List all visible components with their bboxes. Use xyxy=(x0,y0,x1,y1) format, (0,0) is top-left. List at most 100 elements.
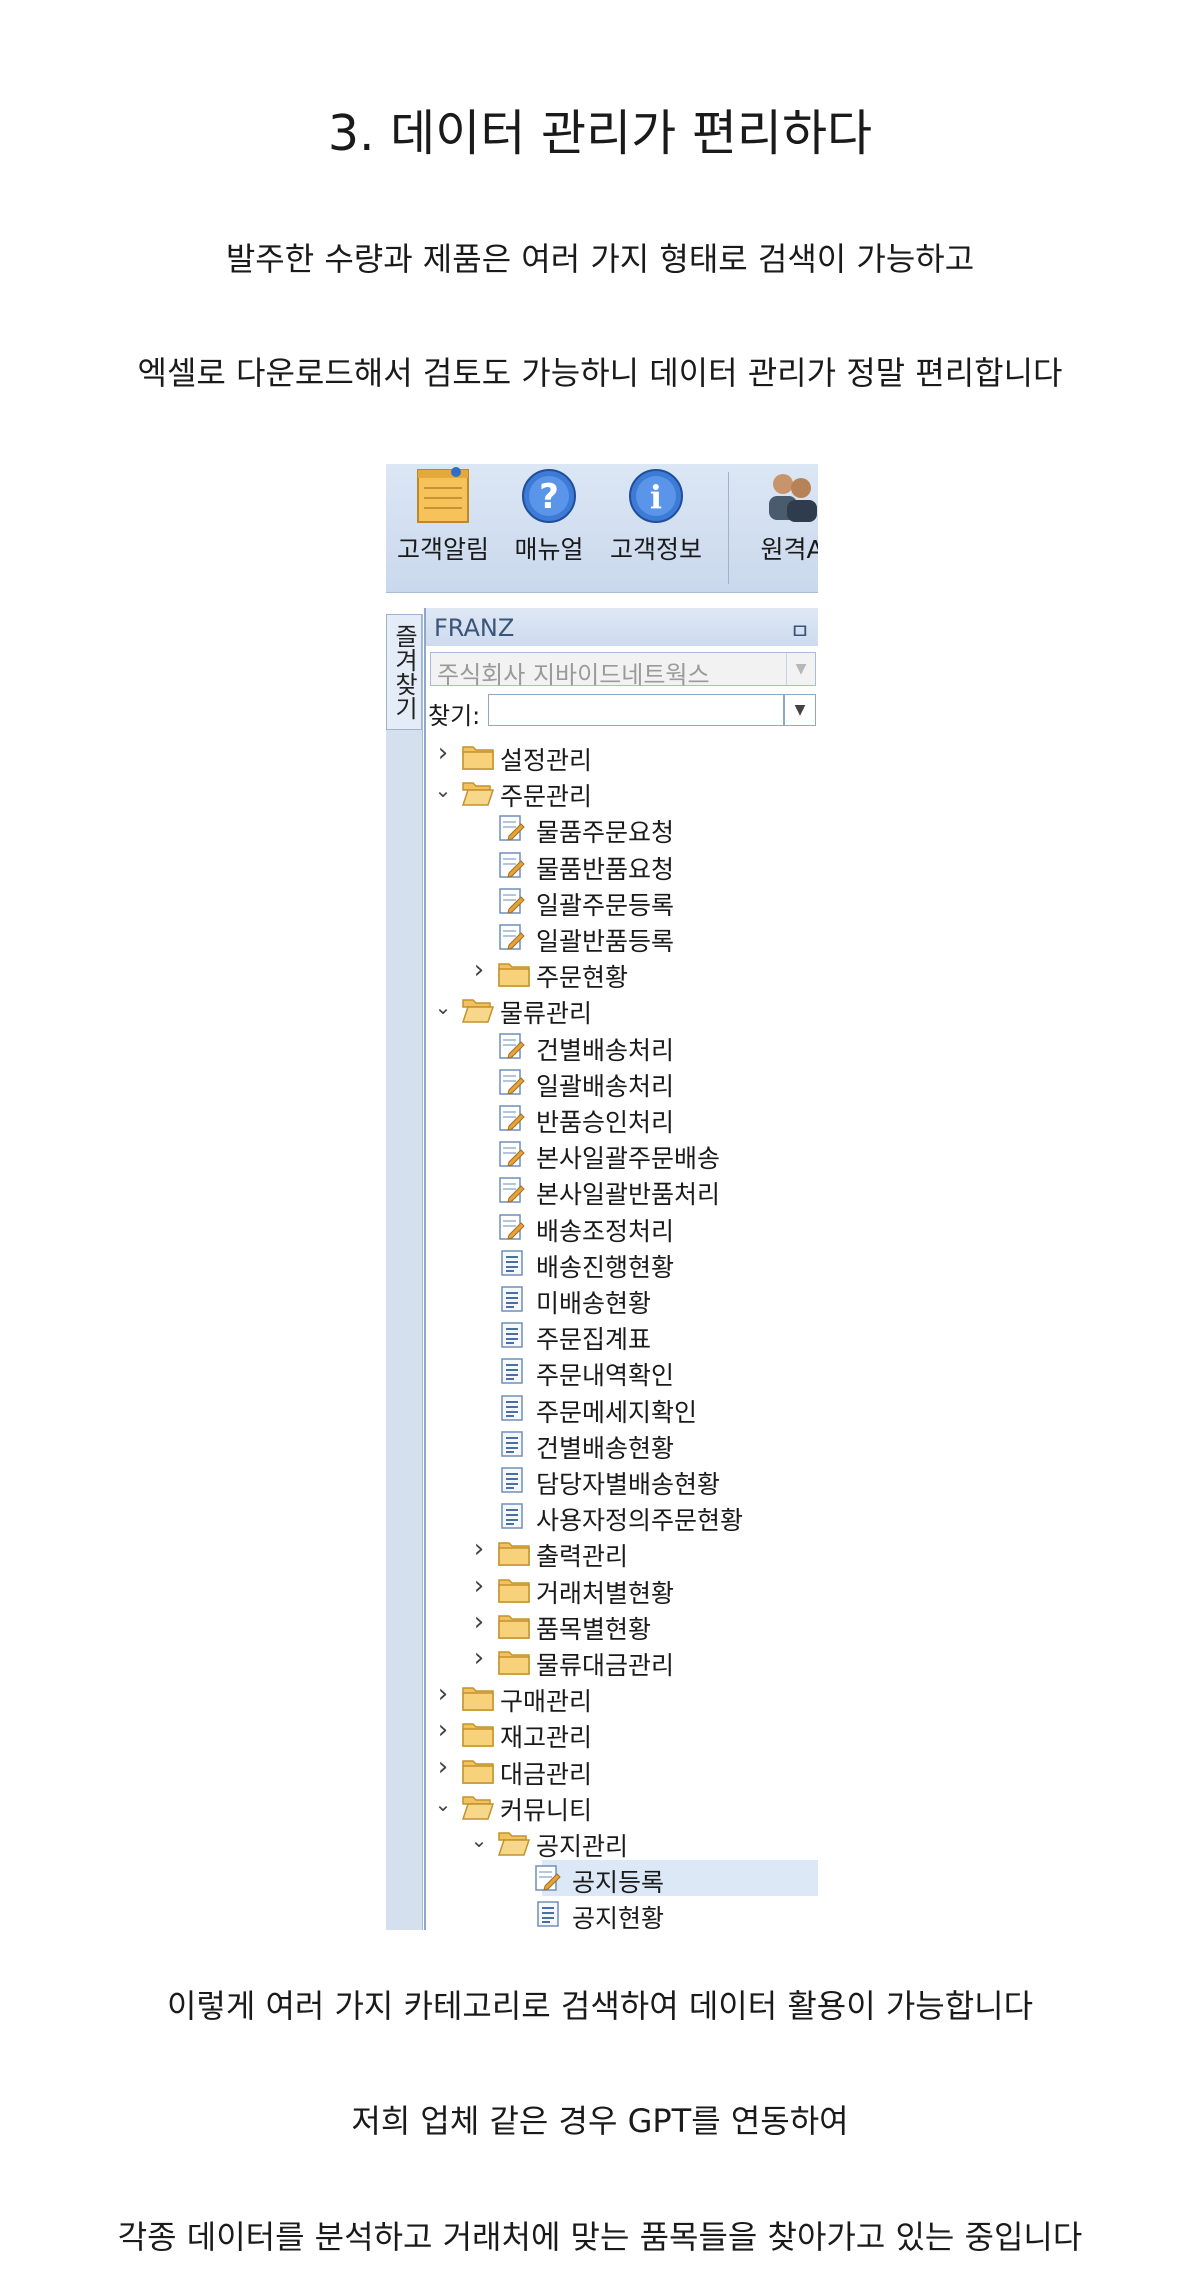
tree-item[interactable]: › 거래처별현황 xyxy=(426,1571,818,1609)
tree-item-label: 건별배송현황 xyxy=(536,1433,675,1463)
remote-support-button[interactable]: 원격A xyxy=(742,464,818,592)
chevron-right-icon[interactable]: › xyxy=(470,1607,488,1637)
panel-header: FRANZ ㅁ xyxy=(426,608,818,646)
company-select[interactable]: 주식회사 지바이드네트웍스 ▼ xyxy=(430,652,816,689)
panel-title: FRANZ xyxy=(434,614,515,642)
edit-form-icon xyxy=(498,1213,526,1247)
tree-item[interactable]: 공지현황 xyxy=(426,1896,818,1930)
folder-open-icon xyxy=(497,1828,531,1862)
customer-notice-button[interactable]: 고객알림 xyxy=(388,464,498,592)
chevron-down-icon[interactable]: ▼ xyxy=(784,694,816,726)
edit-form-icon xyxy=(498,1068,526,1102)
tree-item[interactable]: 본사일괄반품처리 xyxy=(426,1172,818,1210)
report-icon xyxy=(498,1502,526,1536)
tree-item[interactable]: 일괄배송처리 xyxy=(426,1064,818,1102)
notepad-icon xyxy=(417,467,469,523)
pin-icon[interactable]: ㅁ xyxy=(790,614,810,646)
tree-item[interactable]: › 설정관리 xyxy=(426,738,818,776)
report-icon xyxy=(498,1466,526,1500)
tree-item[interactable]: › 대금관리 xyxy=(426,1752,818,1789)
menu-panel: FRANZ ㅁ 주식회사 지바이드네트웍스 ▼ 찾기: ▼ › 설정관리 ⌄ 주문관리… xyxy=(424,608,818,1930)
favorites-tab[interactable]: 즐겨찾기 xyxy=(386,614,422,730)
paragraph-2: 엑셀로 다운로드해서 검토도 가능하니 데이터 관리가 정말 편리합니다 xyxy=(137,354,1063,392)
tree-item[interactable]: 일괄주문등록 xyxy=(426,883,818,921)
tree-item-label: 물품주문요청 xyxy=(536,818,675,848)
chevron-right-icon[interactable]: › xyxy=(470,1571,488,1601)
tree-item[interactable]: › 재고관리 xyxy=(426,1715,818,1752)
tree-item[interactable]: › 주문현황 xyxy=(426,955,818,992)
find-label: 찾기: xyxy=(428,702,481,730)
tree-item[interactable]: 반품승인처리 xyxy=(426,1100,818,1137)
tree-item-label: 일괄배송처리 xyxy=(536,1071,675,1101)
svg-text:i: i xyxy=(650,478,662,516)
tree-item[interactable]: › 출력관리 xyxy=(426,1534,818,1572)
folder-open-icon xyxy=(461,778,495,812)
edit-form-icon xyxy=(498,814,526,848)
report-icon xyxy=(498,1357,526,1391)
chevron-down-icon[interactable]: ⌄ xyxy=(434,1792,452,1820)
edit-form-icon xyxy=(498,1176,526,1210)
tree-item[interactable]: 물품반품요청 xyxy=(426,847,818,885)
tree-item-label: 반품승인처리 xyxy=(536,1108,675,1137)
report-icon xyxy=(498,1285,526,1319)
chevron-down-icon[interactable]: ⌄ xyxy=(434,995,452,1023)
tree-item-label: 미배송현황 xyxy=(536,1289,652,1318)
tree-item[interactable]: 주문메세지확인 xyxy=(426,1390,818,1428)
edit-form-icon xyxy=(498,887,526,921)
chevron-right-icon[interactable]: › xyxy=(434,1715,452,1745)
toolbar-label: 고객알림 xyxy=(396,535,489,564)
tree-item[interactable]: 주문내역확인 xyxy=(426,1353,818,1391)
tree-item-label: 물류관리 xyxy=(500,999,593,1029)
svg-text:?: ? xyxy=(539,477,559,517)
tree-item[interactable]: 사용자정의주문현황 xyxy=(426,1498,818,1536)
chevron-right-icon[interactable]: › xyxy=(470,955,488,985)
report-icon xyxy=(498,1394,526,1428)
company-select-value: 주식회사 지바이드네트웍스 xyxy=(437,661,710,689)
find-input[interactable] xyxy=(488,694,784,726)
folder-icon xyxy=(498,1575,530,1609)
folder-open-icon xyxy=(461,1792,495,1826)
chevron-right-icon[interactable]: › xyxy=(434,1752,452,1782)
tree-item[interactable]: › 물류대금관리 xyxy=(426,1643,818,1681)
tree-item[interactable]: 미배송현황 xyxy=(426,1281,818,1319)
tree-item[interactable]: 주문집계표 xyxy=(426,1317,818,1355)
folder-icon xyxy=(462,742,494,776)
tree-item[interactable]: 물품주문요청 xyxy=(426,810,818,848)
tree-item[interactable]: › 품목별현황 xyxy=(426,1607,818,1644)
chevron-down-icon[interactable]: ▼ xyxy=(786,653,815,685)
customer-info-button[interactable]: i 고객정보 xyxy=(600,464,712,592)
chevron-down-icon[interactable]: ⌄ xyxy=(434,778,452,806)
tree-item[interactable]: 담당자별배송현황 xyxy=(426,1462,818,1500)
chevron-right-icon[interactable]: › xyxy=(470,1643,488,1673)
tree-item-label: 건별배송처리 xyxy=(536,1035,675,1065)
tree-item-label: 사용자정의주문현황 xyxy=(536,1506,744,1536)
folder-icon xyxy=(498,1538,530,1572)
tree-item-label: 주문집계표 xyxy=(536,1325,652,1355)
tree-item[interactable]: ⌄ 공지관리 xyxy=(426,1824,818,1862)
tree-item[interactable]: ⌄ 커뮤니티 xyxy=(426,1788,818,1826)
tree-item[interactable]: 건별배송처리 xyxy=(426,1028,818,1065)
tree-item-label: 일괄주문등록 xyxy=(536,890,675,920)
tree-item[interactable]: 배송진행현황 xyxy=(426,1245,818,1282)
report-icon xyxy=(498,1430,526,1464)
tree-item[interactable]: 건별배송현황 xyxy=(426,1426,818,1464)
tree-item[interactable]: ⌄ 주문관리 xyxy=(426,774,818,812)
chevron-right-icon[interactable]: › xyxy=(434,738,452,768)
tree-item[interactable]: 공지등록 xyxy=(535,1860,818,1897)
tree-item[interactable]: 본사일괄주문배송 xyxy=(426,1136,818,1173)
tree-item[interactable]: 일괄반품등록 xyxy=(426,919,818,956)
tree-item-label: 커뮤니티 xyxy=(500,1795,593,1825)
tree-item[interactable]: ⌄ 물류관리 xyxy=(426,991,818,1029)
chevron-right-icon[interactable]: › xyxy=(434,1679,452,1709)
edit-form-icon xyxy=(498,851,526,885)
tree-item[interactable]: 배송조정처리 xyxy=(426,1209,818,1247)
chevron-right-icon[interactable]: › xyxy=(470,1534,488,1564)
tree-item-label: 공지현황 xyxy=(572,1904,665,1930)
folder-icon xyxy=(498,1647,530,1681)
tree-item[interactable]: › 구매관리 xyxy=(426,1679,818,1716)
chevron-down-icon[interactable]: ⌄ xyxy=(470,1828,488,1856)
paragraph-4: 저희 업체 같은 경우 GPT를 연동하여 xyxy=(351,2102,849,2140)
tree-item-label: 주문메세지확인 xyxy=(536,1397,698,1427)
manual-button[interactable]: ? 매뉴얼 xyxy=(498,464,600,592)
report-icon xyxy=(498,1321,526,1355)
